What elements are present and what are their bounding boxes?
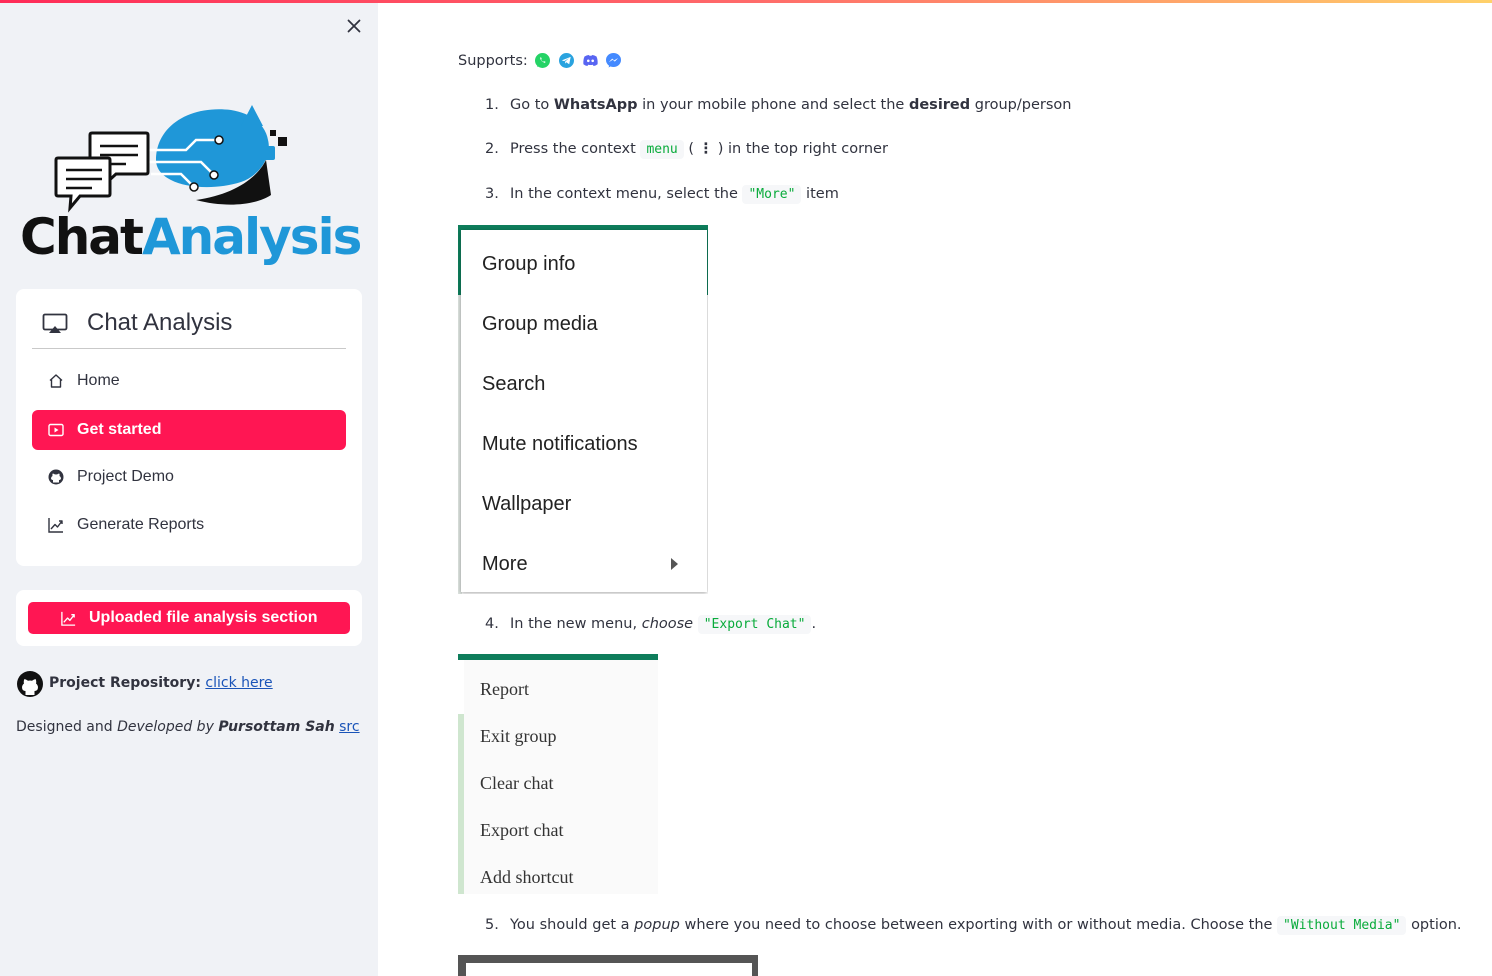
step-number: 1. (485, 97, 499, 113)
repo-link[interactable]: click here (205, 675, 272, 691)
house-icon (49, 374, 63, 388)
cast-icon (42, 313, 68, 333)
step-text: In the context menu, select the "More" i… (510, 185, 839, 204)
step-text: In the new menu, choose "Export Chat". (510, 615, 817, 634)
screenshot-dialog (466, 963, 752, 976)
messenger-icon (606, 53, 622, 68)
step-text: Go to WhatsApp in your mobile phone and … (510, 97, 1072, 113)
discord-icon (582, 55, 598, 66)
kebab-menu-glyph: ⋮ (698, 141, 714, 157)
code-without-media: "Without Media" (1277, 916, 1407, 935)
screenshot-context-menu: Report Exit group Clear chat Export chat… (464, 660, 658, 894)
menu-header: Chat Analysis (32, 303, 346, 349)
code-menu: menu (640, 140, 684, 159)
menu-item-generate-reports[interactable]: Generate Reports (32, 505, 346, 545)
screenshot-option: Group info (482, 253, 576, 275)
navigation-menu: Chat Analysis Home Get started Project D… (16, 289, 362, 566)
step-number: 5. (485, 917, 499, 933)
screenshot-option: Exit group (480, 726, 557, 746)
logo-wordmark: ChatAnalysis (20, 208, 362, 266)
export-chat-menu-screenshot: Report Exit group Clear chat Export chat… (458, 654, 658, 894)
screenshot-option: Add shortcut (480, 867, 574, 887)
top-decoration-bar (0, 0, 1492, 3)
screenshot-option: Group media (482, 313, 598, 335)
step-text: Press the context menu ( ⋮ ) in the top … (510, 140, 888, 159)
graph-up-icon (48, 518, 63, 533)
menu-item-project-demo[interactable]: Project Demo (32, 457, 346, 497)
step-number: 3. (485, 186, 499, 202)
step-text: You should get a popup where you need to… (510, 916, 1462, 935)
credit-author: Pursottam Sah (218, 719, 335, 735)
credit-line: Designed and Developed by Pursottam Sah … (16, 719, 360, 735)
menu-item-label: Project Demo (77, 468, 174, 485)
supports-label: Supports: (458, 53, 528, 69)
close-sidebar-button[interactable] (342, 14, 366, 38)
sidebar: ChatAnalysis Chat Analysis Home Get star… (0, 0, 378, 976)
screenshot-option: Search (482, 373, 546, 395)
credit-src-link[interactable]: src (339, 719, 359, 735)
step-number: 2. (485, 141, 499, 157)
whatsapp-icon (535, 53, 551, 68)
upload-section-card: Uploaded file analysis section (16, 590, 362, 646)
telegram-icon (558, 53, 574, 68)
menu-item-label: Home (77, 372, 120, 389)
export-popup-screenshot (458, 955, 758, 976)
close-icon (347, 19, 361, 33)
play-btn-icon (48, 423, 64, 437)
github-icon (17, 671, 43, 697)
screenshot-option: Clear chat (480, 773, 554, 793)
menu-item-home[interactable]: Home (32, 361, 346, 401)
screenshot-option: More (482, 553, 528, 575)
credit-prefix: Designed and (16, 719, 113, 735)
screenshot-option: Export chat (480, 820, 564, 840)
screenshot-option: Mute notifications (482, 433, 638, 455)
app-logo: ChatAnalysis (16, 100, 362, 272)
whatsapp-context-menu-screenshot: Group info Group media Search Mute notif… (458, 225, 708, 594)
credit-developed: Developed by (117, 719, 214, 735)
graph-up-icon (61, 611, 76, 626)
step-number: 4. (485, 616, 499, 632)
logo-graphic (54, 105, 287, 213)
uploaded-file-analysis-button[interactable]: Uploaded file analysis section (28, 602, 350, 634)
code-more: "More" (742, 185, 802, 204)
github-icon (48, 469, 64, 485)
upload-button-label: Uploaded file analysis section (89, 609, 318, 626)
supports-line: Supports: (458, 52, 622, 69)
menu-title: Chat Analysis (87, 309, 233, 336)
main-content: Supports: 1. Go to WhatsApp in your mobi… (378, 0, 1492, 976)
screenshot-option: Wallpaper (482, 493, 572, 515)
menu-item-label: Generate Reports (77, 516, 205, 533)
menu-item-label: Get started (77, 421, 162, 438)
menu-item-get-started[interactable]: Get started (32, 410, 346, 450)
code-export-chat: "Export Chat" (697, 615, 812, 634)
repo-label: Project Repository: (49, 675, 201, 691)
screenshot-option: Report (480, 679, 529, 699)
screenshot-context-menu: Group info Group media Search Mute notif… (461, 230, 707, 592)
submenu-arrow-icon (671, 558, 678, 570)
